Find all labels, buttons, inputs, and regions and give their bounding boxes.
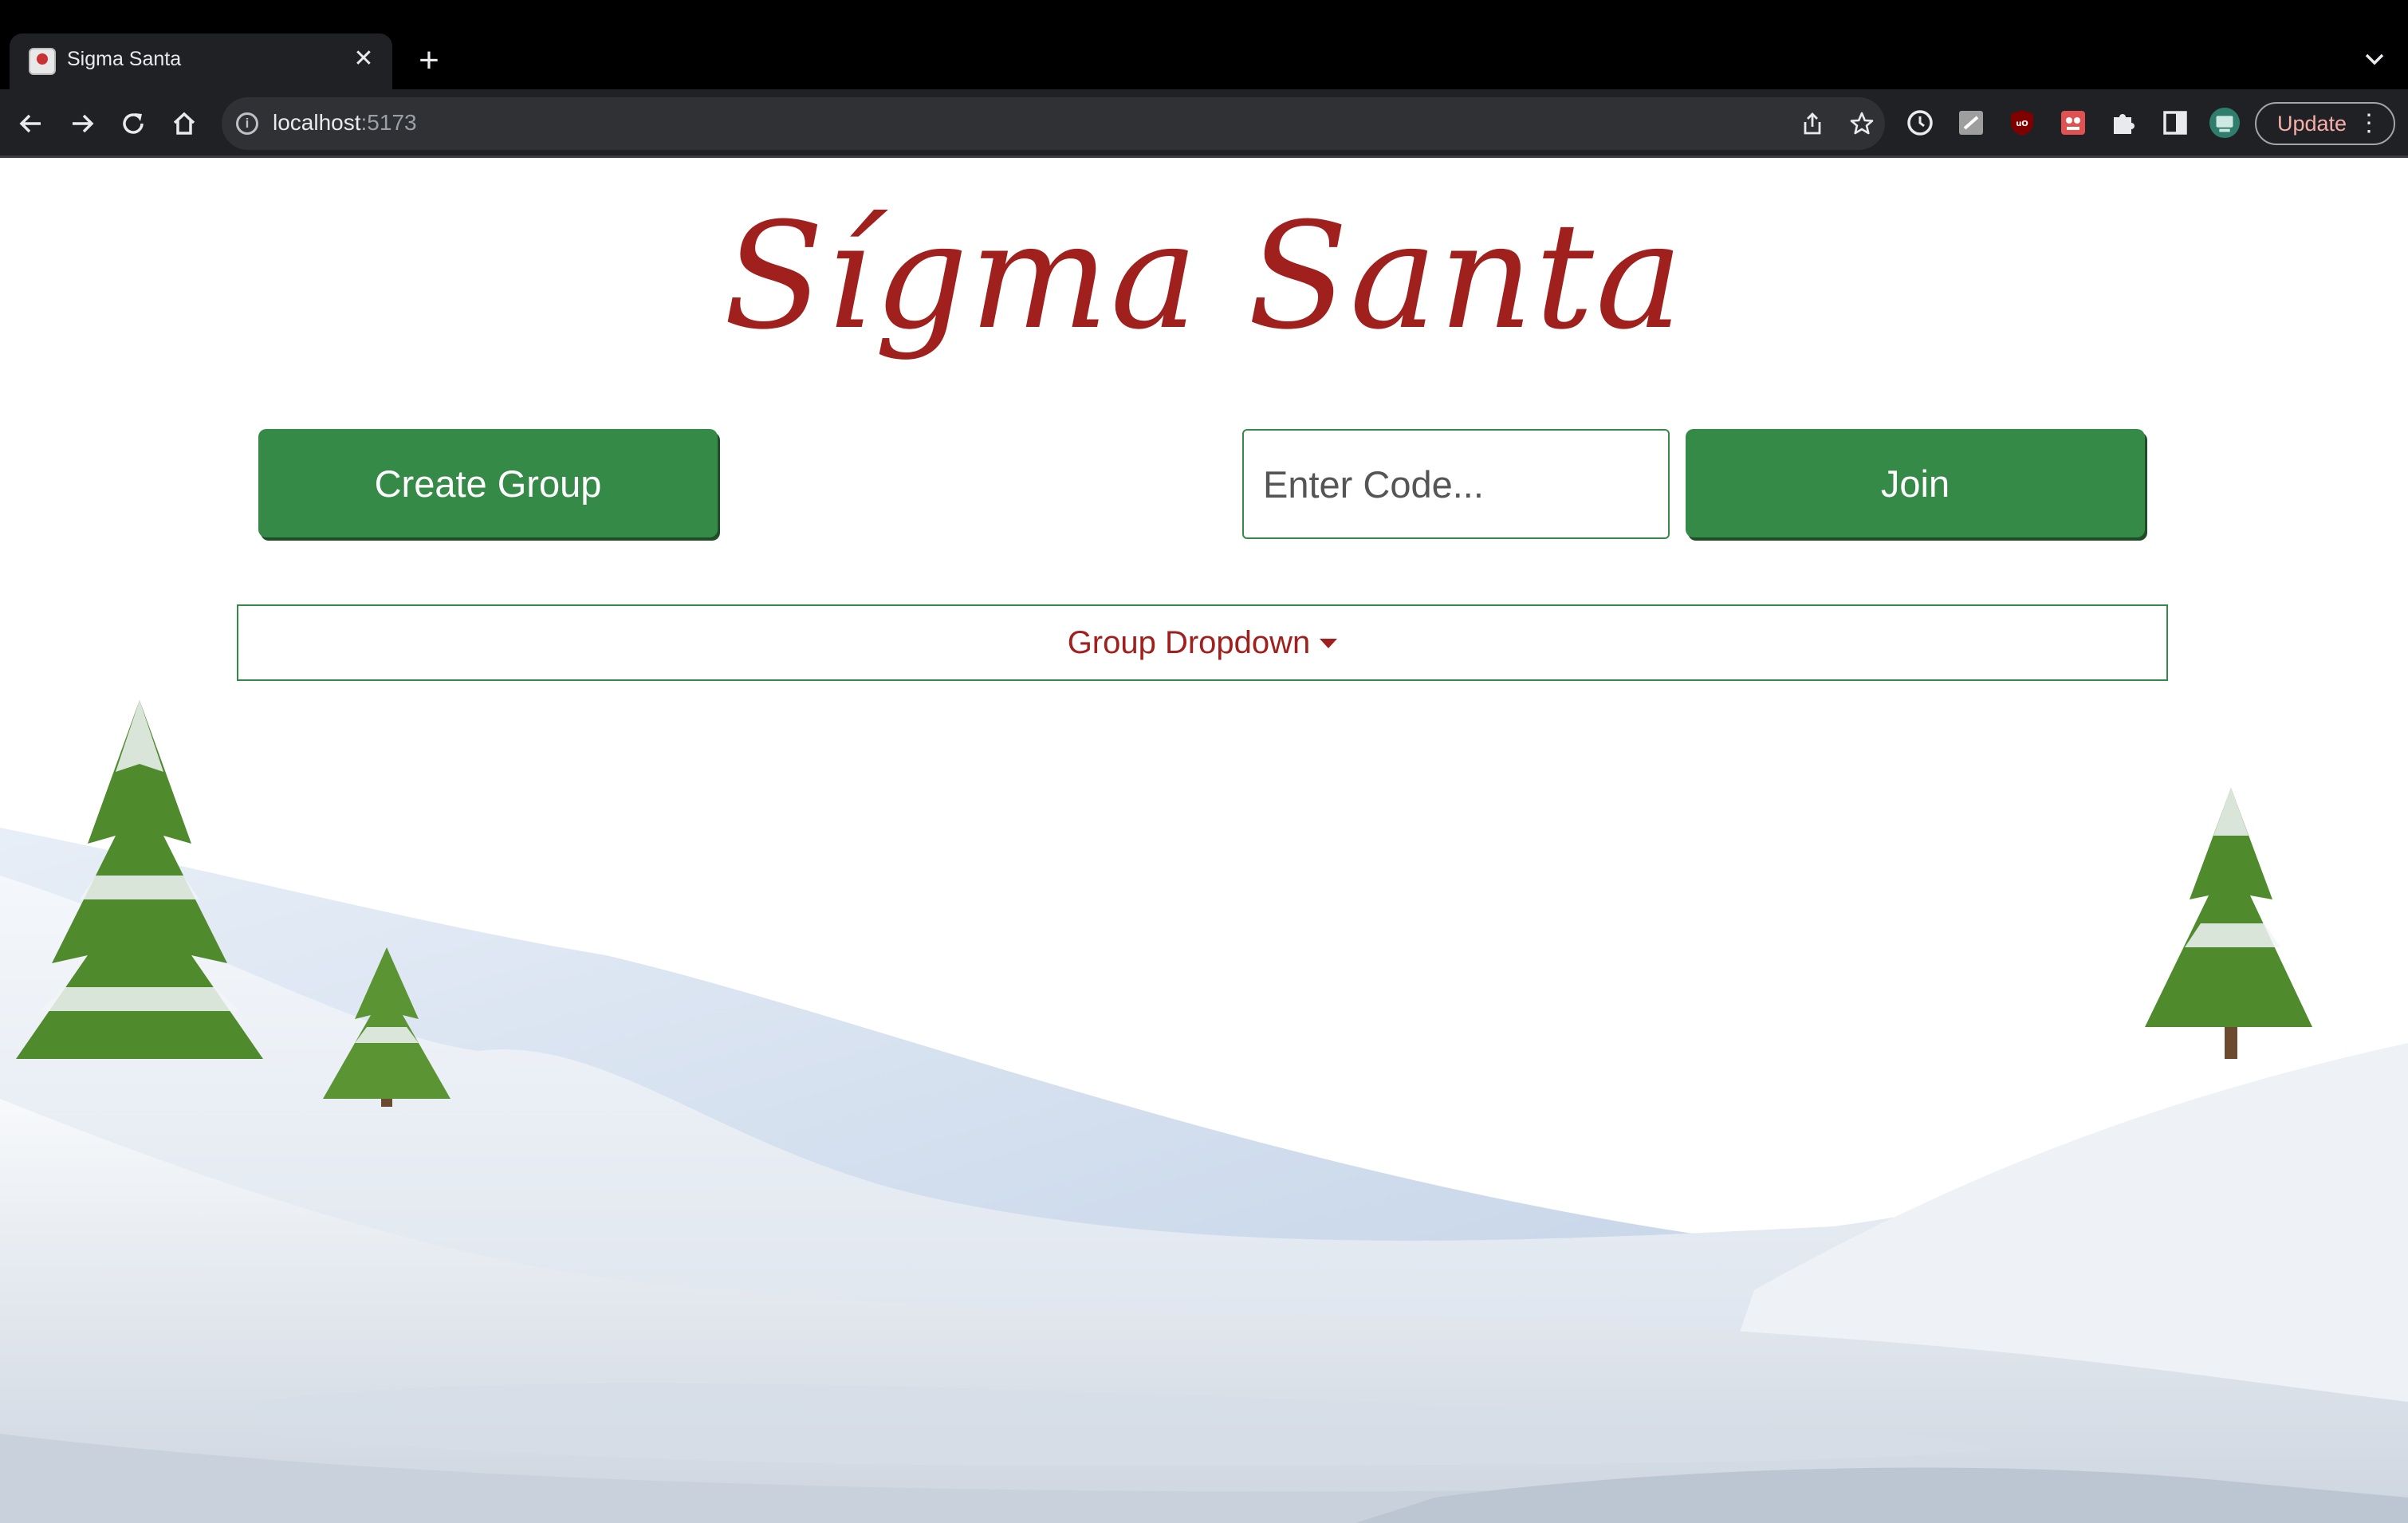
join-button[interactable]: Join — [1686, 429, 2145, 537]
profile-avatar-icon[interactable] — [2209, 107, 2241, 139]
new-tab-icon[interactable]: + — [410, 41, 448, 80]
tab-title: Sigma Santa — [67, 48, 182, 70]
address-bar[interactable]: i localhost:5173 — [222, 97, 1885, 150]
back-arrow-icon[interactable] — [13, 105, 49, 142]
browser-tab[interactable]: Sigma Santa ✕ — [10, 33, 392, 89]
close-tab-icon[interactable]: ✕ — [349, 45, 378, 73]
caret-down-icon — [1320, 639, 1338, 648]
share-icon[interactable] — [1799, 110, 1826, 137]
pine-tree-right — [2145, 788, 2312, 1059]
more-menu-icon[interactable]: ⋮ — [2357, 104, 2381, 144]
tab-bar: Sigma Santa ✕ + — [0, 0, 2408, 89]
group-code-input[interactable] — [1242, 429, 1670, 539]
chrome-update-button[interactable]: Update ⋮ — [2255, 102, 2395, 145]
extension-gray-icon[interactable] — [1955, 107, 1987, 139]
reload-icon[interactable] — [115, 105, 151, 142]
extensions-puzzle-icon[interactable] — [2108, 107, 2140, 139]
tab-search-chevron-icon[interactable] — [2359, 43, 2390, 75]
svg-text:uO: uO — [2016, 120, 2028, 128]
site-info-icon[interactable]: i — [236, 112, 258, 135]
bookmark-star-icon[interactable] — [1848, 110, 1875, 137]
app-title: Sígma Santa — [723, 191, 1685, 362]
home-icon[interactable] — [166, 105, 203, 142]
extension-red-icon[interactable] — [2057, 107, 2089, 139]
forward-arrow-icon[interactable] — [64, 105, 100, 142]
history-clock-icon[interactable] — [1904, 107, 1936, 139]
santa-favicon-icon — [29, 48, 56, 75]
url-text: localhost:5173 — [273, 110, 417, 135]
side-panel-icon[interactable] — [2159, 107, 2191, 139]
create-group-button[interactable]: Create Group — [258, 429, 718, 537]
group-dropdown-label: Group Dropdown — [1067, 624, 1311, 660]
group-dropdown[interactable]: Group Dropdown — [237, 604, 2168, 681]
ublock-origin-icon[interactable]: uO — [2006, 107, 2038, 139]
snowy-landscape-background — [0, 700, 2408, 1523]
page-content: Sígma Santa Create Group Join Group Drop… — [0, 158, 2408, 1523]
browser-toolbar: i localhost:5173 — [0, 89, 2408, 158]
